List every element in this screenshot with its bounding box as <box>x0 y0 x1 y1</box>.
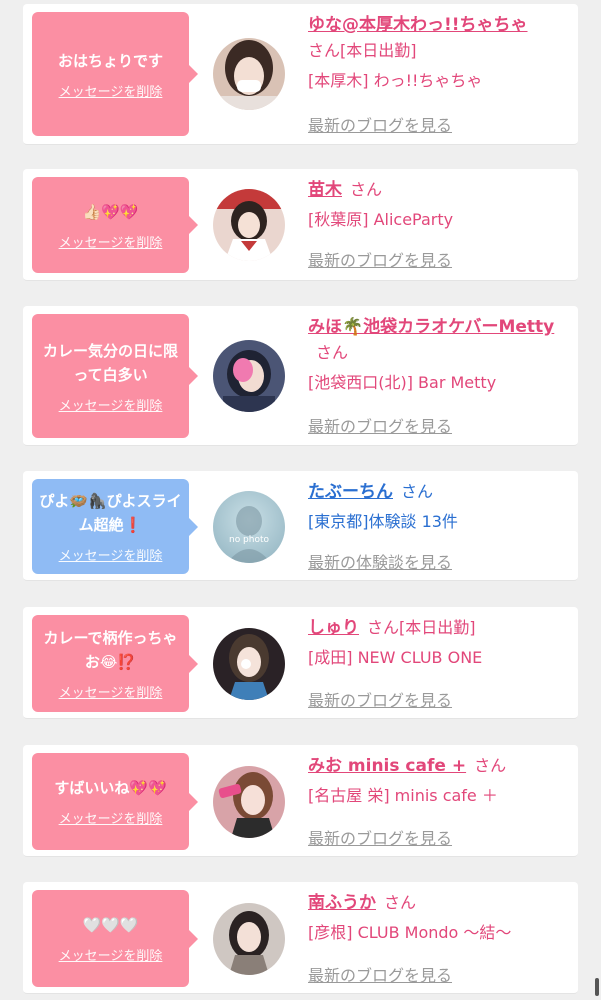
message-bubble: カレー気分の日に限って白多い メッセージを削除 <box>32 314 198 438</box>
delete-message-link[interactable]: メッセージを削除 <box>59 232 163 251</box>
delete-message-link[interactable]: メッセージを削除 <box>59 395 163 414</box>
list-item: 👍🏻💖💖 メッセージを削除 苗木 さん [秋葉原] AliceParty 最新のブ… <box>23 169 578 281</box>
avatar[interactable] <box>213 903 285 975</box>
profile-name-link[interactable]: 南ふうか <box>308 893 376 913</box>
list-item: すばいいね💖💖 メッセージを削除 みお minis cafe + さん [名古屋 … <box>23 745 578 857</box>
profile-name-link[interactable]: みほ🌴池袋カラオケバーMetty <box>308 317 554 337</box>
shop-text: [彦根] CLUB Mondo 〜結〜 <box>308 923 512 942</box>
message-text: すばいいね💖💖 <box>54 779 167 797</box>
message-text: 👍🏻💖💖 <box>82 202 139 221</box>
profile-name-link[interactable]: しゅり <box>308 618 359 638</box>
profile-name-link[interactable]: たぶーちん <box>308 482 393 502</box>
scrollbar-thumb[interactable] <box>595 978 599 996</box>
avatar[interactable] <box>213 628 285 700</box>
list-item: おはちょりです メッセージを削除 ゆな@本厚木わっ!!ちゃちゃ さん[本日出勤]… <box>23 4 578 145</box>
message-bubble: カレーで柄作っちゃお😂⁉️ メッセージを削除 <box>32 615 198 712</box>
avatar[interactable] <box>213 189 285 261</box>
shop-text: [池袋西口(北)] Bar Metty <box>308 373 497 392</box>
honorific: さん <box>367 618 400 637</box>
profile-info: みほ🌴池袋カラオケバーMetty さん [池袋西口(北)] Bar Metty <box>308 314 570 396</box>
profile-info: 苗木 さん [秋葉原] AliceParty <box>308 177 570 233</box>
honorific: さん <box>350 180 383 199</box>
honorific: さん <box>401 482 434 501</box>
latest-blog-link[interactable]: 最新のブログを見る <box>308 825 452 849</box>
delete-message-link[interactable]: メッセージを削除 <box>59 808 163 827</box>
profile-info: みお minis cafe + さん [名古屋 栄] minis cafe ＋ <box>308 753 570 809</box>
message-bubble: ぴよ🪺🦍ぴよスライム超絶❗ メッセージを削除 <box>32 479 198 574</box>
message-text: カレーで柄作っちゃお😂⁉️ <box>43 629 178 671</box>
avatar[interactable] <box>213 38 285 110</box>
delete-message-link[interactable]: メッセージを削除 <box>59 682 163 701</box>
latest-blog-link[interactable]: 最新のブログを見る <box>308 413 452 437</box>
avatar[interactable] <box>213 340 285 412</box>
message-text: ぴよ🪺🦍ぴよスライム超絶❗ <box>39 492 182 534</box>
avatar[interactable] <box>213 766 285 838</box>
list-item: カレー気分の日に限って白多い メッセージを削除 みほ🌴池袋カラオケバーMetty… <box>23 306 578 446</box>
profile-info: 南ふうか さん [彦根] CLUB Mondo 〜結〜 <box>308 890 570 946</box>
list-item: 🤍🤍🤍 メッセージを削除 南ふうか さん [彦根] CLUB Mondo 〜結〜 … <box>23 882 578 994</box>
latest-blog-link[interactable]: 最新のブログを見る <box>308 687 452 711</box>
shop-text: [東京都]体験談 13件 <box>308 512 458 531</box>
message-text: 🤍🤍🤍 <box>82 916 139 934</box>
delete-message-link[interactable]: メッセージを削除 <box>59 81 163 100</box>
shop-text: [成田] NEW CLUB ONE <box>308 648 483 667</box>
profile-name-link[interactable]: 苗木 <box>308 180 342 200</box>
honorific: さん <box>308 41 341 60</box>
list-item: カレーで柄作っちゃお😂⁉️ メッセージを削除 しゅり さん[本日出勤] [成田] … <box>23 607 578 719</box>
shop-text: [本厚木] わっ!!ちゃちゃ <box>308 71 483 90</box>
message-bubble: おはちょりです メッセージを削除 <box>32 12 198 136</box>
latest-blog-link[interactable]: 最新のブログを見る <box>308 962 452 986</box>
message-text: カレー気分の日に限って白多い <box>42 341 178 384</box>
shop-text: [秋葉原] AliceParty <box>308 210 454 229</box>
message-bubble: 🤍🤍🤍 メッセージを削除 <box>32 890 198 987</box>
list-item: ぴよ🪺🦍ぴよスライム超絶❗ メッセージを削除 no photo たぶーちんさん <box>23 471 578 581</box>
honorific: さん <box>474 756 507 775</box>
no-photo-label: no photo <box>228 535 270 545</box>
delete-message-link[interactable]: メッセージを削除 <box>59 945 163 964</box>
status-text: [本日出勤] <box>399 618 476 637</box>
honorific: さん <box>316 343 349 362</box>
profile-info: たぶーちん さん [東京都]体験談 13件 <box>308 479 570 535</box>
profile-name-link[interactable]: みお minis cafe + <box>308 756 466 776</box>
shop-text: [名古屋 栄] minis cafe ＋ <box>308 786 498 805</box>
latest-blog-link[interactable]: 最新のブログを見る <box>308 112 452 136</box>
delete-message-link[interactable]: メッセージを削除 <box>59 545 163 564</box>
profile-name-link[interactable]: ゆな@本厚木わっ!!ちゃちゃ <box>308 15 528 35</box>
message-bubble: 👍🏻💖💖 メッセージを削除 <box>32 177 198 273</box>
message-bubble: すばいいね💖💖 メッセージを削除 <box>32 753 198 850</box>
avatar[interactable]: no photo <box>213 491 285 563</box>
message-list: おはちょりです メッセージを削除 ゆな@本厚木わっ!!ちゃちゃ さん[本日出勤]… <box>0 0 601 1000</box>
status-text: [本日出勤] <box>340 41 417 60</box>
latest-blog-link[interactable]: 最新のブログを見る <box>308 247 452 271</box>
message-text: おはちょりです <box>57 51 163 70</box>
latest-review-link[interactable]: 最新の体験談を見る <box>308 549 452 573</box>
profile-info: しゅり さん[本日出勤] [成田] NEW CLUB ONE <box>308 615 570 671</box>
honorific: さん <box>384 893 417 912</box>
profile-info: ゆな@本厚木わっ!!ちゃちゃ さん[本日出勤] [本厚木] わっ!!ちゃちゃ <box>308 12 570 94</box>
